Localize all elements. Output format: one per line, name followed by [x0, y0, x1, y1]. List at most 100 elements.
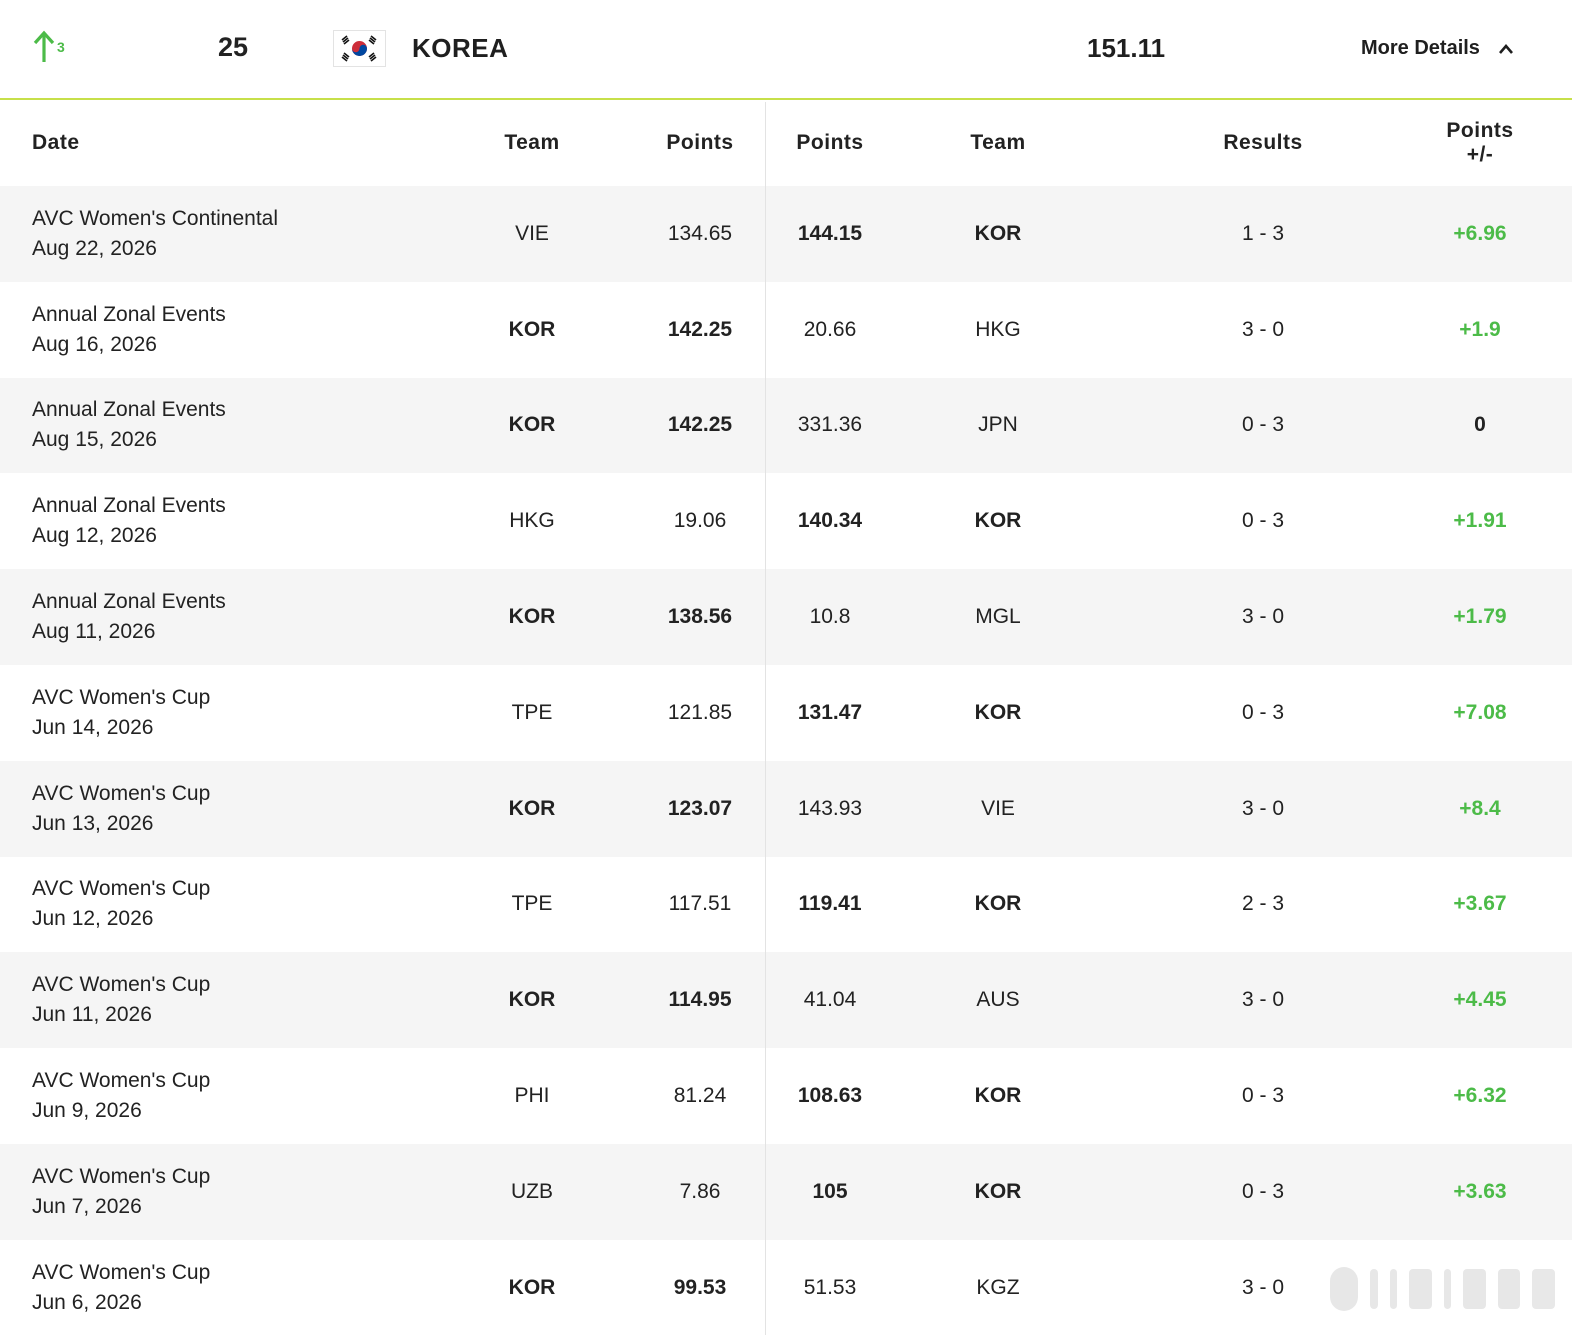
team-1: PHI [514, 1084, 550, 1108]
match-result: 0 - 3 [1241, 413, 1285, 437]
team-1: KOR [508, 796, 556, 820]
team-2: VIE [981, 796, 1015, 820]
points-1: 121.85 [667, 700, 733, 724]
match-date: Aug 11, 2026 [32, 620, 156, 644]
team-1: VIE [515, 221, 549, 245]
more-details-label: More Details [1361, 37, 1480, 59]
column-divider [765, 102, 766, 1335]
team-2: AUS [976, 988, 1020, 1012]
points-2: 119.41 [798, 892, 862, 916]
match-result: 3 - 0 [1241, 317, 1285, 341]
rank-number: 25 [218, 32, 249, 62]
team-2: KOR [974, 509, 1022, 533]
table-row: Annual Zonal Events Aug 15, 2026 KOR 142.25… [0, 377, 1572, 474]
ranking-header: 3 25 KOREA 151.11 More Details [0, 0, 1572, 100]
points-2: 140.34 [797, 509, 863, 533]
match-date: Jun 7, 2026 [32, 1194, 142, 1218]
event-name: AVC Women's Cup [32, 1260, 211, 1284]
match-result: 0 - 3 [1241, 1179, 1285, 1203]
points-1: 138.56 [667, 605, 733, 629]
points-1: 7.86 [679, 1179, 721, 1203]
team-2: KOR [974, 1179, 1022, 1203]
more-details-toggle[interactable]: More Details [1361, 37, 1514, 60]
points-delta: +3.63 [1453, 1179, 1507, 1203]
team-1: HKG [509, 509, 555, 533]
team-1: UZB [511, 1179, 553, 1203]
match-date: Jun 13, 2026 [32, 811, 154, 835]
team-2: KOR [974, 1084, 1022, 1108]
table-row: AVC Women's Cup Jun 14, 2026 TPE 121.85 131.… [0, 665, 1572, 761]
table-row: AVC Women's Cup Jun 7, 2026 UZB 7.86 105 KOR 0… [0, 1143, 1572, 1240]
korea-flag-icon [333, 30, 386, 67]
event-name: Annual Zonal Events [32, 590, 226, 614]
points-2: 105 [812, 1179, 848, 1203]
match-result: 3 - 0 [1241, 988, 1285, 1012]
team-2: KGZ [976, 1275, 1020, 1299]
points-1: 114.95 [668, 988, 732, 1012]
country-name: KOREA [412, 33, 509, 63]
header-points-delta: Points +/- [1446, 119, 1514, 166]
arrow-up-icon [33, 30, 55, 62]
date-cell: Annual Zonal Events Aug 11, 2026 [32, 569, 432, 665]
date-cell: AVC Women's Continental Aug 22, 2026 [32, 186, 432, 282]
rank-change-value: 3 [57, 39, 65, 55]
match-date: Aug 12, 2026 [32, 524, 157, 548]
match-date: Aug 15, 2026 [32, 428, 157, 452]
team-2: KOR [974, 892, 1022, 916]
team-2: JPN [978, 413, 1018, 437]
points-1: 134.65 [667, 221, 733, 245]
team-2: KOR [974, 700, 1022, 724]
team-1: TPE [511, 892, 553, 916]
event-name: Annual Zonal Events [32, 494, 226, 518]
date-cell: Annual Zonal Events Aug 12, 2026 [32, 473, 432, 569]
team-1: KOR [508, 605, 556, 629]
header-points-2: Points [796, 131, 864, 154]
points-delta: +3.67 [1453, 892, 1507, 916]
table-row: Annual Zonal Events Aug 11, 2026 KOR 138.56… [0, 569, 1572, 665]
points-delta: +8.4 [1459, 796, 1501, 820]
team-1: KOR [508, 413, 556, 437]
header-points-1: Points [666, 131, 734, 154]
points-1: 81.24 [673, 1084, 727, 1108]
points-delta: +6.32 [1453, 1084, 1507, 1108]
date-cell: AVC Women's Cup Jun 12, 2026 [32, 857, 432, 953]
table-row: AVC Women's Continental Aug 22, 2026 VIE 13… [0, 186, 1572, 282]
team-2: MGL [975, 605, 1021, 629]
event-name: AVC Women's Cup [32, 1069, 211, 1093]
table-row: AVC Women's Cup Jun 13, 2026 KOR 123.07 143.… [0, 760, 1572, 857]
event-name: Annual Zonal Events [32, 302, 226, 326]
date-cell: Annual Zonal Events Aug 16, 2026 [32, 282, 432, 378]
team-1: KOR [508, 1275, 556, 1299]
date-cell: AVC Women's Cup Jun 7, 2026 [32, 1144, 432, 1240]
team-1: TPE [511, 700, 553, 724]
total-points: 151.11 [1087, 33, 1166, 63]
team-1: KOR [508, 317, 556, 341]
points-2: 108.63 [797, 1084, 863, 1108]
header-team-2: Team [970, 131, 1026, 154]
points-2: 51.53 [803, 1275, 857, 1299]
chevron-up-icon [1498, 43, 1513, 54]
event-name: AVC Women's Cup [32, 1164, 211, 1188]
match-result: 3 - 0 [1241, 1275, 1285, 1299]
match-result: 0 - 3 [1241, 700, 1285, 724]
event-name: AVC Women's Cup [32, 877, 211, 901]
points-2: 20.66 [803, 317, 857, 341]
header-team-1: Team [504, 131, 560, 154]
match-result: 3 - 0 [1241, 796, 1285, 820]
match-date: Jun 9, 2026 [32, 1099, 142, 1123]
team-2: HKG [975, 317, 1021, 341]
table-row: AVC Women's Cup Jun 9, 2026 PHI 81.24 108.63… [0, 1048, 1572, 1144]
points-2: 10.8 [809, 605, 851, 629]
date-cell: AVC Women's Cup Jun 11, 2026 [32, 952, 432, 1048]
points-2: 41.04 [803, 988, 857, 1012]
match-date: Aug 16, 2026 [32, 332, 157, 356]
date-cell: AVC Women's Cup Jun 14, 2026 [32, 665, 432, 761]
table-row: Annual Zonal Events Aug 16, 2026 KOR 142.25… [0, 282, 1572, 378]
date-cell: AVC Women's Cup Jun 6, 2026 [32, 1240, 432, 1336]
points-2: 131.47 [797, 700, 863, 724]
match-result: 2 - 3 [1241, 892, 1285, 916]
match-date: Jun 11, 2026 [32, 1003, 152, 1027]
rank-change: 3 [33, 30, 65, 64]
points-2: 331.36 [797, 413, 863, 437]
table-row: Annual Zonal Events Aug 12, 2026 HKG 19.06 1… [0, 473, 1572, 569]
